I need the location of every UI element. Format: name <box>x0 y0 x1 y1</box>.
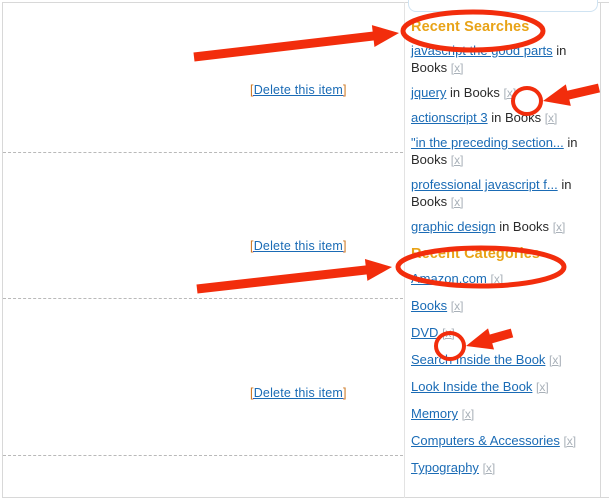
recent-categories-list: Amazon.com [x] Books [x] DVD [x] Search Ins… <box>411 270 597 477</box>
bracket-close: ] <box>343 386 347 400</box>
history-entry: Computers & Accessories [x] <box>411 432 597 450</box>
history-entry: Typography [x] <box>411 459 597 477</box>
remove-entry-link[interactable]: [x] <box>462 407 475 421</box>
history-entry: Search Inside the Book [x] <box>411 351 597 369</box>
remove-entry-link[interactable]: [x] <box>504 86 517 100</box>
remove-entry-link[interactable]: [x] <box>549 353 562 367</box>
category-link[interactable]: Typography <box>411 460 479 475</box>
recent-searches-heading: Recent Searches <box>411 19 530 35</box>
page-frame-bottom <box>2 497 609 498</box>
category-link[interactable]: DVD <box>411 325 438 340</box>
remove-entry-link[interactable]: [x] <box>563 434 576 448</box>
category-link[interactable]: Memory <box>411 406 458 421</box>
delete-this-item-link[interactable]: [Delete this item] <box>250 386 347 400</box>
row-separator <box>3 152 403 153</box>
page-frame-left <box>2 2 3 498</box>
page-frame-right <box>600 2 601 498</box>
bracket-close: ] <box>343 239 347 253</box>
history-entry: professional javascript f... in Books [x… <box>411 176 597 211</box>
history-entry: Books [x] <box>411 297 597 315</box>
recent-searches-list: javascript the good parts in Books [x] jq… <box>411 42 597 236</box>
recent-categories-heading: Recent Categories <box>411 246 541 262</box>
row-separator <box>3 455 403 456</box>
category-link[interactable]: Amazon.com <box>411 271 487 286</box>
remove-entry-link[interactable]: [x] <box>536 380 549 394</box>
delete-this-item-link[interactable]: [Delete this item] <box>250 83 347 97</box>
history-entry: jquery in Books [x] <box>411 84 597 102</box>
remove-entry-link[interactable]: [x] <box>483 461 496 475</box>
bracket-close: ] <box>343 83 347 97</box>
history-entry: Look Inside the Book [x] <box>411 378 597 396</box>
search-query-link[interactable]: professional javascript f... <box>411 177 558 192</box>
recent-history-page: [Delete this item] [Delete this item] [Del… <box>0 0 615 500</box>
history-entry: actionscript 3 in Books [x] <box>411 109 597 127</box>
search-query-link[interactable]: jquery <box>411 85 446 100</box>
history-entry: graphic design in Books [x] <box>411 218 597 236</box>
category-link[interactable]: Look Inside the Book <box>411 379 532 394</box>
history-entry: DVD [x] <box>411 324 597 342</box>
search-query-link[interactable]: graphic design <box>411 219 496 234</box>
arrow-to-recent-searches <box>193 25 399 62</box>
entry-scope: in Books <box>450 85 500 100</box>
entry-scope: in Books <box>499 219 550 234</box>
remove-entry-link[interactable]: [x] <box>451 61 464 75</box>
delete-this-item-label: Delete this item <box>253 239 344 253</box>
arrow-to-recent-categories <box>196 258 392 294</box>
delete-this-item-link[interactable]: [Delete this item] <box>250 239 347 253</box>
category-link[interactable]: Computers & Accessories <box>411 433 560 448</box>
remove-entry-link[interactable]: [x] <box>553 220 566 234</box>
remove-entry-link[interactable]: [x] <box>451 195 464 209</box>
remove-entry-link[interactable]: [x] <box>545 111 558 125</box>
row-separator <box>3 298 403 299</box>
search-query-link[interactable]: actionscript 3 <box>411 110 488 125</box>
history-entry: "in the preceding section... in Books [x… <box>411 134 597 169</box>
remove-entry-link[interactable]: [x] <box>451 153 464 167</box>
category-link[interactable]: Books <box>411 298 447 313</box>
delete-this-item-label: Delete this item <box>253 386 344 400</box>
entry-scope: in Books <box>491 110 542 125</box>
right-column: Recent Searches javascript the good parts… <box>411 18 597 486</box>
history-entry: Amazon.com [x] <box>411 270 597 288</box>
blue-panel-top <box>408 0 598 12</box>
column-divider <box>404 2 405 498</box>
remove-entry-link[interactable]: [x] <box>442 326 455 340</box>
search-query-link[interactable]: javascript the good parts <box>411 43 553 58</box>
history-entry: javascript the good parts in Books [x] <box>411 42 597 77</box>
category-link[interactable]: Search Inside the Book <box>411 352 545 367</box>
history-entry: Memory [x] <box>411 405 597 423</box>
remove-entry-link[interactable]: [x] <box>491 272 504 286</box>
remove-entry-link[interactable]: [x] <box>451 299 464 313</box>
delete-this-item-label: Delete this item <box>253 83 344 97</box>
search-query-link[interactable]: "in the preceding section... <box>411 135 564 150</box>
